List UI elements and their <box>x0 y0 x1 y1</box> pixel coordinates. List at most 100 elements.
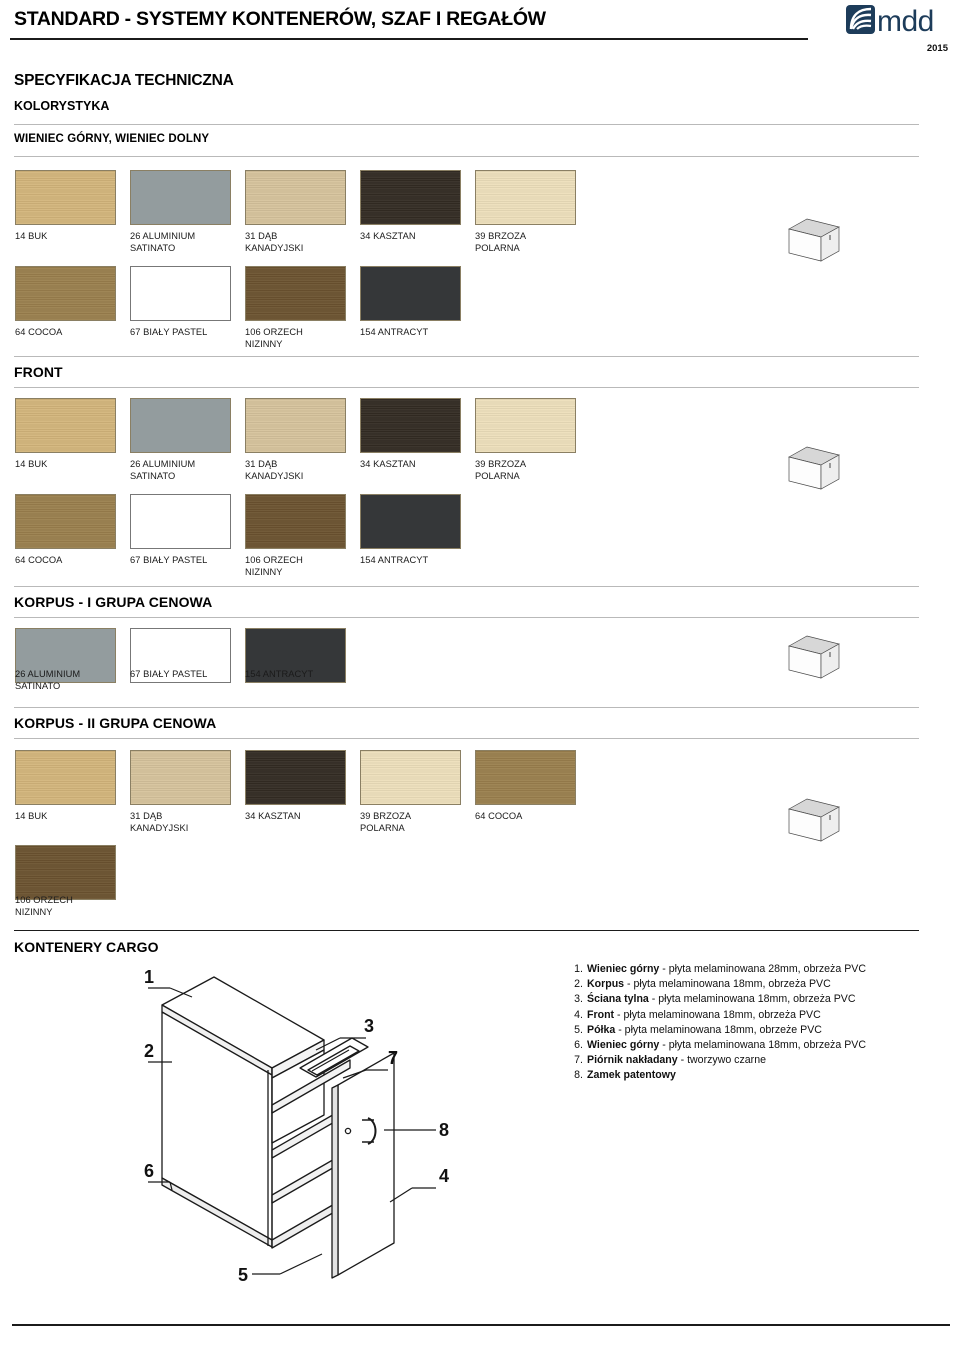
swatch-label: 64 COCOA <box>15 555 63 565</box>
spec-item-number: 3. <box>574 993 583 1006</box>
page-header: STANDARD - SYSTEMY KONTENERÓW, SZAF I RE… <box>0 0 960 66</box>
swatch-label: 26 ALUMINIUM SATINATO <box>15 669 81 691</box>
callout-5: 5 <box>238 1265 248 1285</box>
svg-text:mdd: mdd <box>877 5 934 36</box>
spec-list-item: 6. Wieniec górny - płyta melaminowana 18m… <box>568 1038 948 1052</box>
swatch-label: 31 DĄB KANADYJSKI <box>245 459 304 481</box>
swatch-31-dab-kanadyjski <box>245 170 346 225</box>
swatch-34-kasztan <box>245 750 346 805</box>
spec-item-number: 6. <box>574 1039 583 1052</box>
swatch-label: 31 DĄB KANADYJSKI <box>130 811 189 833</box>
swatch-label: 154 ANTRACYT <box>360 555 429 565</box>
cargo-cabinet-diagram: 1 2 6 3 7 8 4 5 <box>144 967 449 1285</box>
footer-rule <box>12 1324 950 1326</box>
swatch-label: 34 KASZTAN <box>360 459 416 469</box>
spec-title: SPECYFIKACJA TECHNICZNA <box>14 72 234 89</box>
spec-item-detail: - płyta melaminowana 18mm, obrzeża PVC <box>659 1039 866 1052</box>
section-heading-korpus-ii: KORPUS - II GRUPA CENOWA <box>14 715 217 731</box>
swatch-label: 64 COCOA <box>15 327 63 337</box>
swatch-26-aluminium-satinato <box>130 170 231 225</box>
swatch-label: 39 BRZOZA POLARNA <box>475 231 527 253</box>
callout-2: 2 <box>144 1041 154 1061</box>
spec-item-title: Piórnik nakładany <box>587 1054 678 1067</box>
callout-1: 1 <box>144 967 154 987</box>
section-heading-wieniec: WIENIEC GÓRNY, WIENIEC DOLNY <box>14 133 210 145</box>
swatch-label: 106 ORZECH NIZINNY <box>15 895 73 917</box>
swatch-154-antracyt <box>360 266 461 321</box>
cabinet-thumbnail-icon <box>788 446 840 490</box>
swatch-label: 39 BRZOZA POLARNA <box>360 811 412 833</box>
divider-below-front-heading <box>14 387 919 388</box>
swatch-label: 34 KASZTAN <box>360 231 416 241</box>
swatch-154-antracyt <box>360 494 461 549</box>
spec-item-detail: - płyta melaminowana 18mm, obrzeże PVC <box>615 1023 822 1036</box>
swatch-64-cocoa <box>15 494 116 549</box>
callout-7: 7 <box>388 1048 398 1068</box>
spec-item-title: Front <box>587 1008 615 1021</box>
swatch-14-buk <box>15 750 116 805</box>
spec-item-title: Zamek patentowy <box>587 1069 676 1082</box>
swatch-label: 34 KASZTAN <box>245 811 301 821</box>
spec-item-title: Wieniec górny <box>587 963 660 975</box>
spec-item-number: 7. <box>574 1054 583 1067</box>
swatch-label: 67 BIAŁY PASTEL <box>130 555 208 565</box>
swatch-label: 154 ANTRACYT <box>360 327 429 337</box>
cabinet-thumbnail-icon <box>788 635 840 679</box>
title-underline <box>10 38 808 40</box>
swatch-34-kasztan <box>360 170 461 225</box>
swatch-label: 31 DĄB KANADYJSKI <box>245 231 304 253</box>
swatch-67-bialy-pastel <box>130 266 231 321</box>
swatch-label: 64 COCOA <box>475 811 523 821</box>
section-heading-cargo: KONTENERY CARGO <box>14 939 159 955</box>
swatch-106-orzech-nizinny <box>245 266 346 321</box>
spec-subtitle: KOLORYSTYKA <box>14 99 110 113</box>
divider-above-cargo <box>14 930 919 931</box>
spec-list-item: 1. Wieniec górny - płyta melaminowana 28m… <box>568 962 948 976</box>
callout-3: 3 <box>364 1016 374 1036</box>
spec-item-number: 5. <box>574 1023 583 1036</box>
cabinet-thumbnail-icon <box>788 218 840 262</box>
spec-item-detail: - płyta melaminowana 18mm, obrzeża PVC <box>648 993 856 1006</box>
divider-below-korpus-ii-heading <box>14 738 919 739</box>
callout-6: 6 <box>144 1161 154 1181</box>
swatch-label: 106 ORZECH NIZINNY <box>245 555 303 577</box>
callout-4: 4 <box>439 1166 449 1186</box>
swatch-label: 67 BIAŁY PASTEL <box>130 669 208 679</box>
swatch-34-kasztan <box>360 398 461 453</box>
mdd-logo-icon: mdd <box>846 5 934 36</box>
swatch-label: 14 BUK <box>15 811 48 821</box>
spec-list-item: 5. Półka - płyta melaminowana 18mm, obrze… <box>568 1023 948 1037</box>
spec-item-title: Wieniec górny <box>587 1039 660 1052</box>
divider-above-wieniec <box>14 124 919 125</box>
spec-item-title: Półka <box>587 1023 616 1036</box>
swatch-label: 106 ORZECH NIZINNY <box>245 327 303 349</box>
callout-8: 8 <box>439 1120 449 1140</box>
spec-item-detail: - płyta melaminowana 28mm, obrzeża PVC <box>659 963 866 975</box>
divider-above-front <box>14 356 919 357</box>
swatch-106-orzech-nizinny <box>15 845 116 900</box>
spec-item-detail: - tworzywo czarne <box>677 1054 766 1067</box>
spec-item-title: Ściana tylna <box>587 993 649 1006</box>
mdd-logo: mdd <box>846 4 950 36</box>
swatch-label: 154 ANTRACYT <box>245 669 314 679</box>
divider-above-korpus-i <box>14 586 919 587</box>
divider-below-wieniec-heading <box>14 156 919 157</box>
divider-above-korpus-ii <box>14 707 919 708</box>
cabinet-thumbnail-icon <box>788 798 840 842</box>
swatch-31-dab-kanadyjski <box>130 750 231 805</box>
spec-item-number: 4. <box>574 1008 583 1021</box>
swatch-14-buk <box>15 170 116 225</box>
swatch-64-cocoa <box>15 266 116 321</box>
section-heading-korpus-i: KORPUS - I GRUPA CENOWA <box>14 594 213 610</box>
swatch-label: 67 BIAŁY PASTEL <box>130 327 208 337</box>
logo-year: 2015 <box>926 43 948 54</box>
cargo-spec-list: 1. Wieniec górny - płyta melaminowana 28m… <box>568 962 948 1084</box>
swatch-label: 26 ALUMINIUM SATINATO <box>130 231 196 253</box>
swatch-39-brzoza-polarna <box>475 398 576 453</box>
swatch-31-dab-kanadyjski <box>245 398 346 453</box>
spec-list-item: 2. Korpus - płyta melaminowana 18mm, obrz… <box>568 977 948 991</box>
spec-item-detail: - płyta melaminowana 18mm, obrzeża PVC <box>614 1008 821 1021</box>
swatch-label: 26 ALUMINIUM SATINATO <box>130 459 196 481</box>
spec-list-item: 4. Front - płyta melaminowana 18mm, obrze… <box>568 1008 948 1022</box>
swatch-39-brzoza-polarna <box>475 170 576 225</box>
